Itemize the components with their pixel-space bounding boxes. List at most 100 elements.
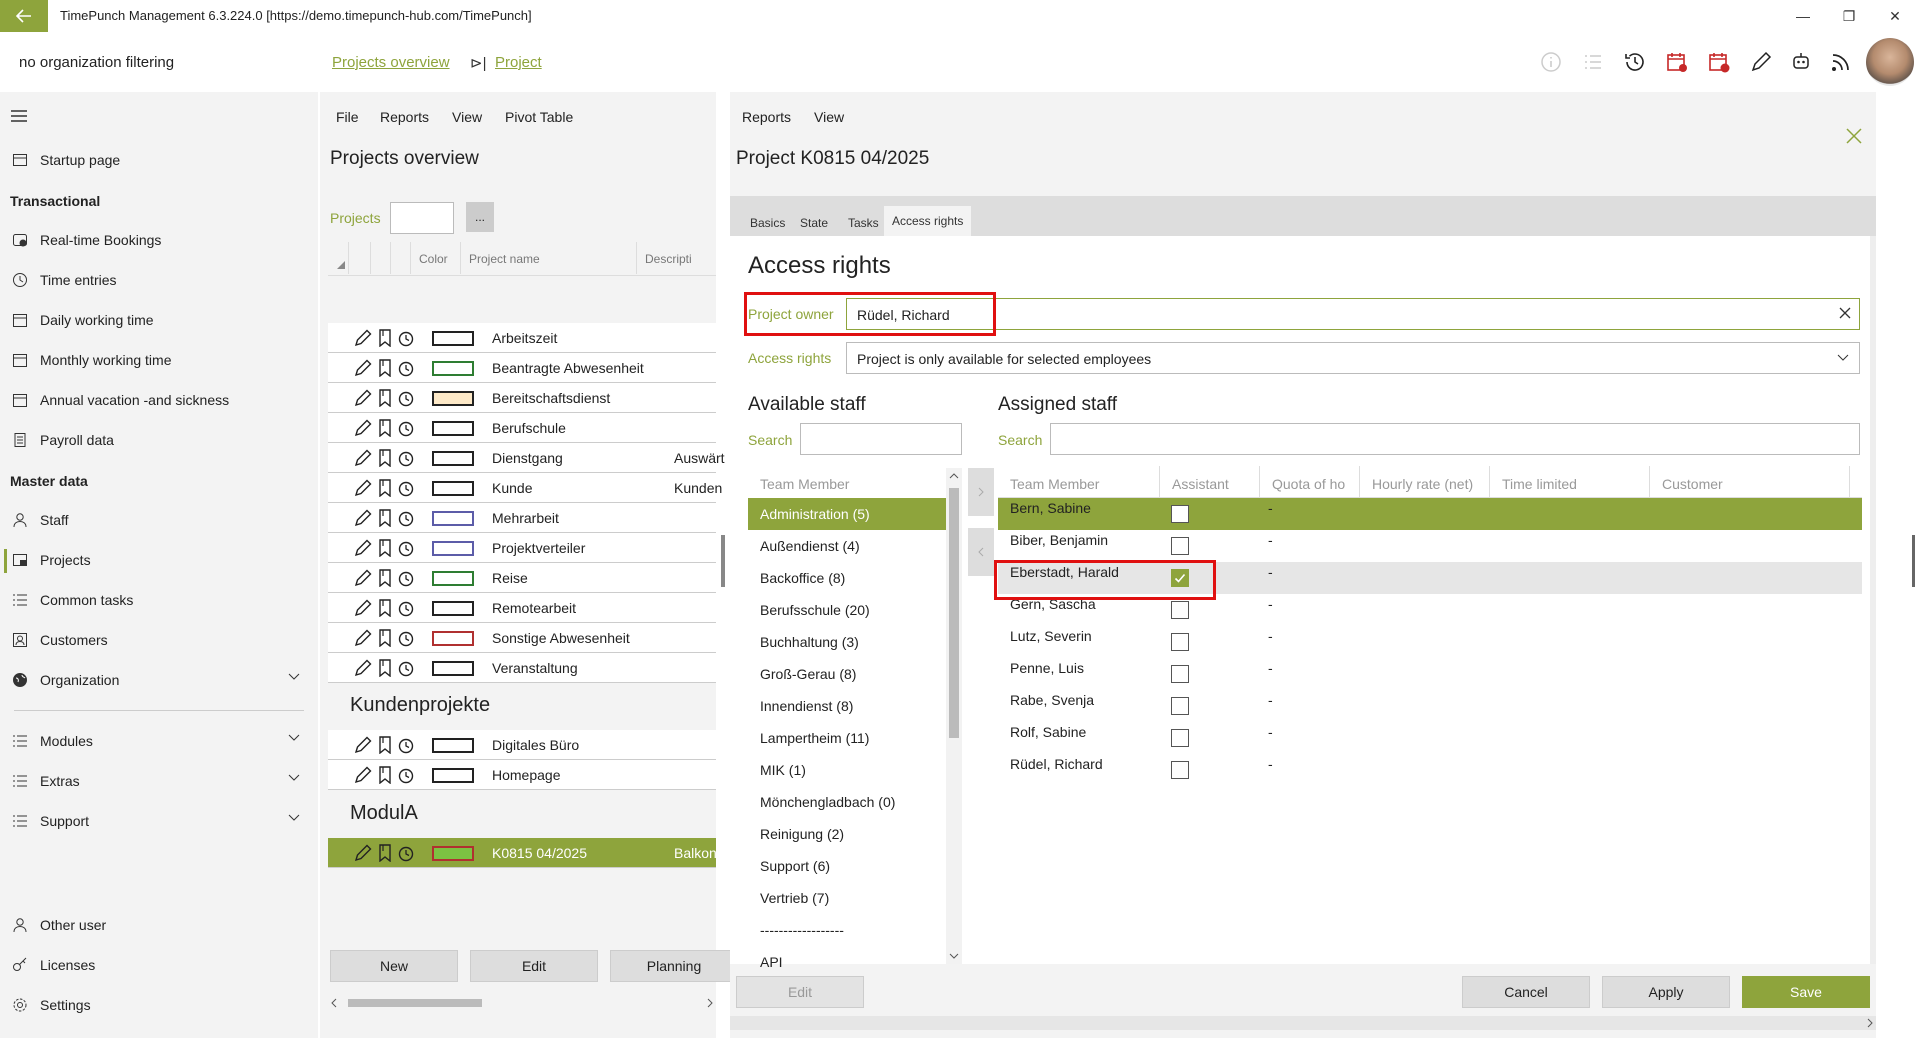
list-view-icon[interactable] — [1576, 46, 1610, 78]
bookmark-icon[interactable] — [378, 766, 392, 784]
project-row[interactable]: Digitales Büro — [328, 730, 716, 760]
project-row[interactable]: Reise — [328, 563, 716, 593]
group-header-modula[interactable]: ModulA — [350, 802, 418, 825]
clock-icon[interactable] — [398, 329, 414, 347]
assistant-checkbox[interactable] — [1171, 761, 1189, 779]
team-list-item[interactable]: Support (6) — [748, 850, 948, 882]
bookmark-icon[interactable] — [378, 419, 392, 437]
grid-col-description[interactable]: Descripti — [636, 242, 716, 274]
clock-icon[interactable] — [398, 539, 414, 557]
team-list-item[interactable]: Administration (5) — [748, 498, 948, 530]
projects-filter-input[interactable] — [390, 202, 454, 234]
assigned-staff-row[interactable]: Penne, Luis - — [998, 658, 1862, 690]
menu-reports[interactable]: Reports — [742, 109, 791, 125]
back-button[interactable] — [0, 0, 48, 32]
access-rights-select[interactable]: Project is only available for selected e… — [846, 342, 1860, 374]
edit-pencil-icon[interactable] — [354, 329, 372, 347]
assigned-col-customer[interactable]: Customer — [1650, 466, 1850, 498]
window-scrollbar-thumb[interactable] — [1912, 535, 1915, 587]
sidebar-item-modules[interactable]: Modules — [10, 723, 310, 759]
edit-project-button[interactable]: Edit — [470, 950, 598, 982]
save-button[interactable]: Save — [1742, 976, 1870, 1008]
menu-reports[interactable]: Reports — [380, 109, 429, 125]
clock-icon[interactable] — [398, 389, 414, 407]
bookmark-icon[interactable] — [378, 569, 392, 587]
clock-icon[interactable] — [398, 736, 414, 754]
horizontal-scrollbar[interactable] — [328, 996, 716, 1010]
assistant-checkbox[interactable] — [1171, 633, 1189, 651]
assigned-staff-row[interactable]: Biber, Benjamin - — [998, 530, 1862, 562]
tab-access-rights[interactable]: Access rights — [884, 206, 972, 236]
assigned-staff-row[interactable]: Gern, Sascha - — [998, 594, 1862, 626]
clock-icon[interactable] — [398, 844, 414, 862]
tab-state[interactable]: State — [792, 208, 836, 236]
bookmark-icon[interactable] — [378, 479, 392, 497]
organization-filter[interactable]: no organization filtering — [19, 54, 174, 71]
assistant-checkbox[interactable] — [1171, 665, 1189, 683]
clock-icon[interactable] — [398, 419, 414, 437]
edit-pencil-icon[interactable] — [354, 539, 372, 557]
clock-icon[interactable] — [398, 629, 414, 647]
cancel-button[interactable]: Cancel — [1462, 976, 1590, 1008]
group-header-kundenprojekte[interactable]: Kundenprojekte — [350, 694, 490, 717]
assistant-checkbox[interactable] — [1171, 569, 1189, 587]
available-search-input[interactable] — [800, 423, 962, 455]
sidebar-item-monthly-working-time[interactable]: Monthly working time — [10, 342, 310, 378]
sidebar-item-settings[interactable]: Settings — [10, 987, 310, 1023]
info-icon[interactable] — [1534, 46, 1568, 78]
edit-pencil-icon[interactable] — [354, 599, 372, 617]
team-list-item[interactable]: API — [748, 946, 948, 978]
clock-icon[interactable] — [398, 599, 414, 617]
breadcrumb-project[interactable]: Project — [495, 54, 542, 71]
project-row[interactable]: Projektverteiler — [328, 533, 716, 563]
menu-pivot-table[interactable]: Pivot Table — [505, 109, 573, 125]
team-list-item[interactable]: Berufsschule (20) — [748, 594, 948, 626]
sidebar-item-common-tasks[interactable]: Common tasks — [10, 582, 310, 618]
tab-tasks[interactable]: Tasks — [840, 208, 887, 236]
project-row[interactable]: Veranstaltung — [328, 653, 716, 683]
grid-col-color[interactable]: Color — [410, 242, 460, 274]
bookmark-icon[interactable] — [378, 629, 392, 647]
project-row[interactable]: Beantragte Abwesenheit — [328, 353, 716, 383]
project-row[interactable]: Sonstige Abwesenheit — [328, 623, 716, 653]
assigned-col-time-limited[interactable]: Time limited — [1490, 466, 1650, 498]
bookmark-icon[interactable] — [378, 509, 392, 527]
tab-basics[interactable]: Basics — [742, 208, 793, 236]
project-row[interactable]: Berufschule — [328, 413, 716, 443]
sort-corner[interactable] — [328, 242, 348, 274]
edit-pencil-icon[interactable] — [354, 389, 372, 407]
assigned-staff-row[interactable]: Rolf, Sabine - — [998, 722, 1862, 754]
edit-pencil-icon[interactable] — [354, 736, 372, 754]
project-row[interactable]: K0815 04/2025 Balkona — [328, 838, 725, 868]
team-list-item[interactable]: ------------------ — [748, 914, 948, 946]
edit-pencil-icon[interactable] — [354, 449, 372, 467]
sidebar-item-real-time-bookings[interactable]: Real-time Bookings — [10, 222, 310, 258]
team-list-item[interactable]: Reinigung (2) — [748, 818, 948, 850]
project-row[interactable]: Dienstgang Auswärt — [328, 443, 725, 473]
new-project-button[interactable]: New — [330, 950, 458, 982]
panel-splitter-handle[interactable] — [721, 535, 725, 587]
horizontal-scrollbar[interactable] — [730, 1016, 1876, 1030]
menu-view[interactable]: View — [452, 109, 482, 125]
assigned-staff-row[interactable]: Rüdel, Richard - — [998, 754, 1862, 786]
team-list-item[interactable]: MIK (1) — [748, 754, 948, 786]
bookmark-icon[interactable] — [378, 449, 392, 467]
assigned-staff-row[interactable]: Eberstadt, Harald - — [998, 562, 1862, 594]
move-left-button[interactable] — [968, 528, 994, 576]
assigned-staff-row[interactable]: Rabe, Svenja - — [998, 690, 1862, 722]
grid-col-project-name[interactable]: Project name — [460, 242, 636, 274]
project-row[interactable]: Kunde Kunden — [328, 473, 722, 503]
apply-button[interactable]: Apply — [1602, 976, 1730, 1008]
available-scrollbar[interactable] — [946, 468, 962, 964]
sidebar-item-extras[interactable]: Extras — [10, 763, 310, 799]
edit-pencil-icon[interactable] — [354, 766, 372, 784]
project-owner-field[interactable]: Rüdel, Richard — [846, 298, 1860, 330]
sidebar-item-support[interactable]: Support — [10, 803, 310, 839]
assigned-col-quota[interactable]: Quota of ho — [1260, 466, 1360, 498]
bookmark-icon[interactable] — [378, 844, 392, 862]
sidebar-item-customers[interactable]: Customers — [10, 622, 310, 658]
assigned-col-hourly-rate[interactable]: Hourly rate (net) — [1360, 466, 1490, 498]
project-row[interactable]: Arbeitszeit — [328, 323, 716, 353]
scrollbar-thumb[interactable] — [348, 999, 482, 1007]
bookmark-icon[interactable] — [378, 736, 392, 754]
